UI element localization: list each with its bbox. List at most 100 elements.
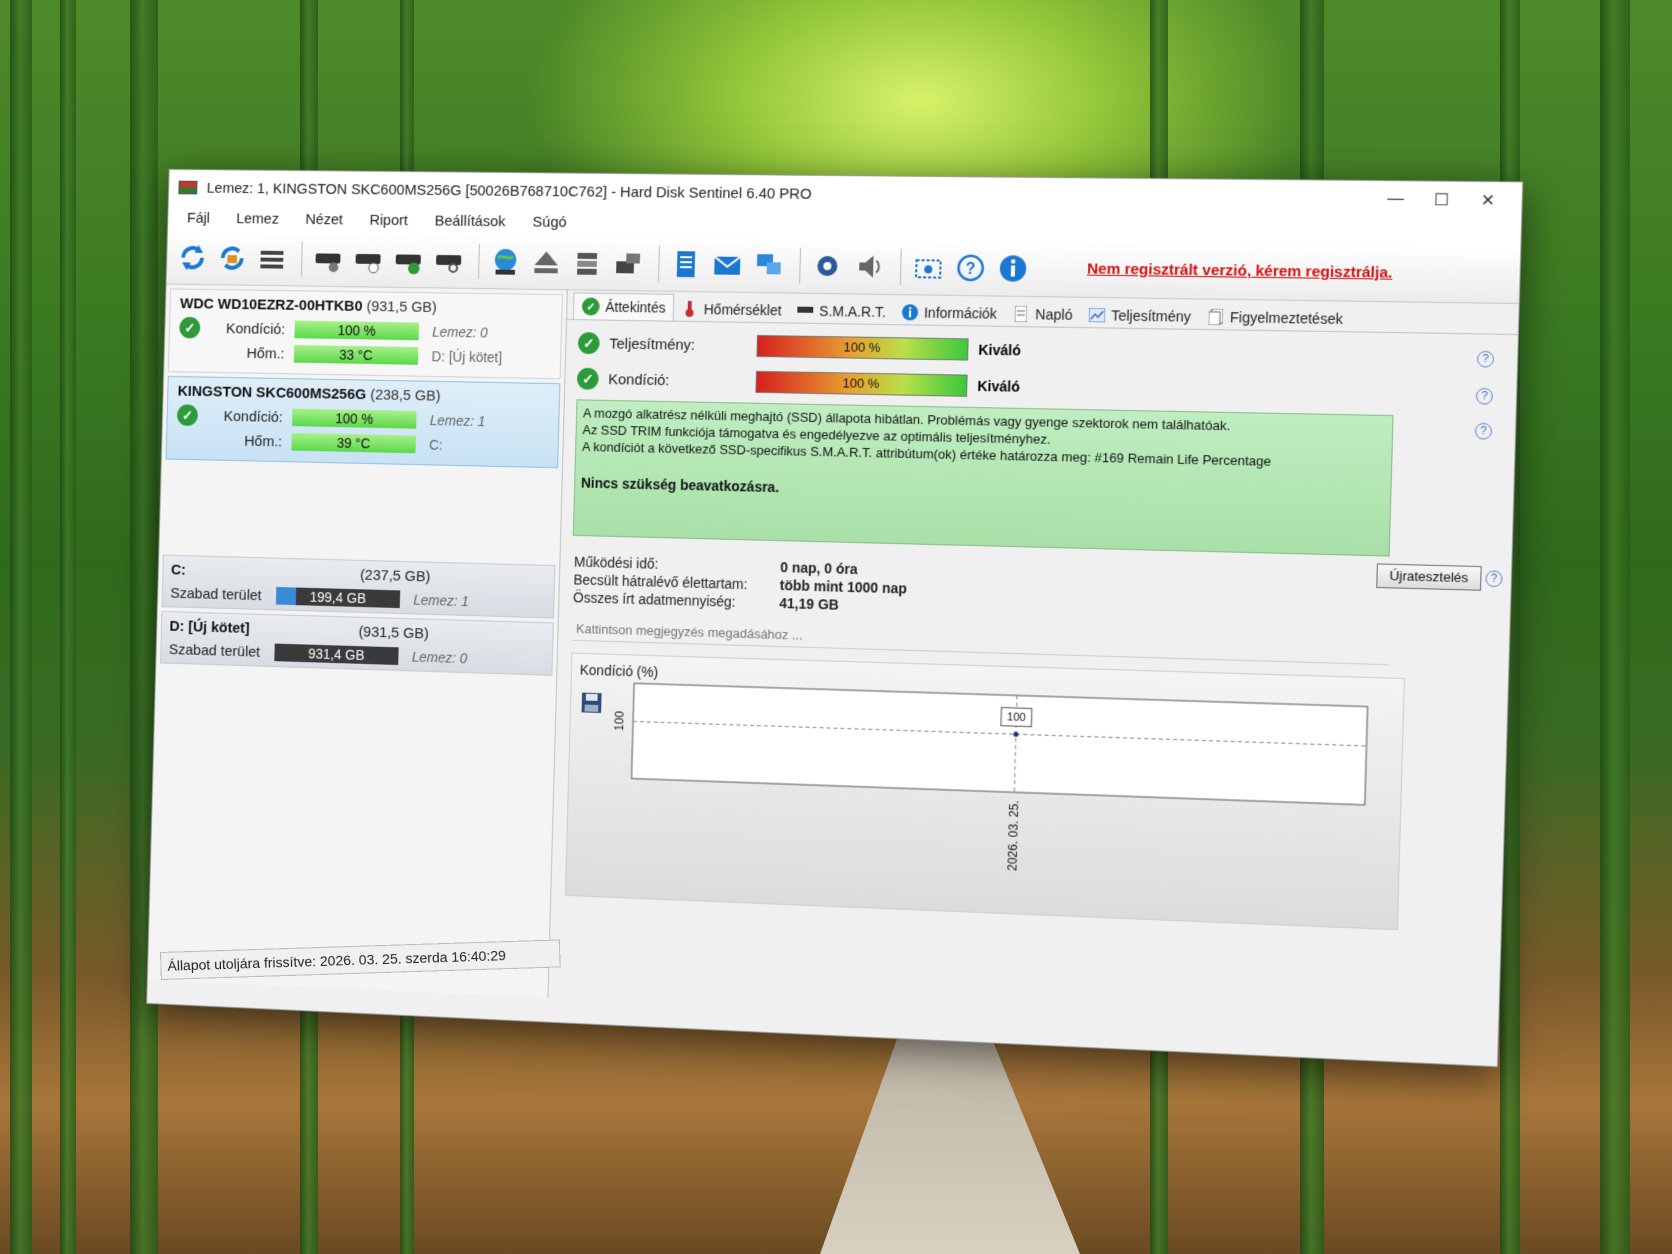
condition-rating: Kiváló	[977, 377, 1021, 395]
condition-label: Kondíció:	[225, 319, 286, 338]
help-icon[interactable]: ?	[1476, 350, 1495, 368]
free-space-fill	[275, 586, 297, 606]
written-label: Összes írt adatmennyiség:	[572, 589, 736, 610]
free-space-bar: 199,4 GB	[275, 586, 401, 609]
globe-disk-icon[interactable]	[487, 242, 525, 280]
condition-label: Kondíció:	[223, 407, 284, 426]
status-description: A mozgó alkatrész nélküli meghajtó (SSD)…	[572, 399, 1394, 557]
close-button[interactable]: ✕	[1464, 190, 1511, 211]
disk-card-kingston[interactable]: KINGSTON SKC600MS256G (238,5 GB) ✓ Kondí…	[165, 375, 561, 469]
eject-icon[interactable]	[527, 243, 565, 281]
registration-link[interactable]: Nem regisztrált verzió, kérem regisztrál…	[1087, 260, 1393, 281]
email-icon[interactable]	[708, 245, 747, 283]
tab-smart[interactable]: S.M.A.R.T.	[789, 299, 894, 325]
disk-search-icon[interactable]	[430, 242, 468, 280]
overview-panel: ✓ Áttekintés Hőmérséklet S.M.A.R.T. Info…	[548, 290, 1519, 1042]
maximize-button[interactable]: ☐	[1418, 190, 1465, 211]
chart-canvas: 100 100 2026. 03. 25.	[613, 654, 1406, 871]
disk-list-icon[interactable]	[253, 239, 290, 277]
toolbar-separator	[300, 240, 303, 277]
volume-card-d[interactable]: D: [Új kötet] (931,5 GB) Szabad terület …	[160, 610, 554, 676]
check-icon: ✓	[576, 367, 599, 390]
thermometer-icon	[682, 301, 698, 318]
check-icon: ✓	[179, 316, 201, 339]
disk-stack-icon[interactable]	[568, 243, 606, 281]
disk-schedule-icon[interactable]	[349, 241, 386, 279]
condition-bar: 100 %	[294, 320, 420, 341]
main-area: WDC WD10EZRZ-00HTKB0 (931,5 GB) ✓ Kondíc…	[147, 284, 1519, 1042]
disk-size: (238,5 GB)	[370, 386, 441, 405]
help-icon[interactable]: ?	[1485, 570, 1503, 588]
disk-card-wdc[interactable]: WDC WD10EZRZ-00HTKB0 (931,5 GB) ✓ Kondíc…	[167, 288, 563, 380]
volume-size: (237,5 GB)	[359, 566, 431, 586]
tab-information[interactable]: Információk	[894, 300, 1006, 326]
chart-x-tick-label: 2026. 03. 25.	[1006, 800, 1021, 871]
disk-ok-icon[interactable]	[390, 241, 427, 279]
help-icon[interactable]: ?	[1474, 422, 1493, 440]
gear-icon[interactable]	[808, 246, 847, 285]
chart-plot-area	[632, 683, 1368, 805]
menu-report[interactable]: Riport	[356, 211, 422, 228]
temp-bar: 39 °C	[291, 432, 416, 454]
menu-disk[interactable]: Lemez	[223, 210, 293, 227]
temp-label: Hőm.:	[246, 344, 285, 362]
disk-name: WDC WD10EZRZ-00HTKB0 (931,5 GB)	[180, 295, 552, 317]
free-space-value: 931,4 GB	[307, 645, 365, 663]
tab-performance[interactable]: Teljesítmény	[1080, 303, 1199, 329]
retest-button[interactable]: Újratesztelés	[1376, 563, 1482, 591]
check-icon: ✓	[176, 404, 199, 427]
disk-test-icon[interactable]	[309, 240, 346, 278]
toolbar-separator	[799, 247, 802, 284]
temp-label: Hőm.:	[244, 432, 283, 450]
check-icon: ✓	[581, 297, 600, 316]
menu-help[interactable]: Súgó	[519, 213, 581, 231]
refresh-all-icon[interactable]	[214, 239, 251, 277]
condition-chart: Kondíció (%) 100 100 2026. 03. 25.	[564, 652, 1406, 931]
written-value: 41,19 GB	[779, 595, 840, 613]
performance-row: ✓ Teljesítmény: 100 % Kiváló	[577, 332, 1022, 361]
tab-overview[interactable]: ✓ Áttekintés	[572, 292, 675, 321]
uptime-value: 0 nap, 0 óra	[780, 559, 858, 578]
free-space-label: Szabad terület	[168, 640, 261, 661]
window-title: Lemez: 1, KINGSTON SKC600MS256G [50026B7…	[206, 179, 812, 203]
toolbar-separator	[657, 245, 660, 282]
performance-label: Teljesítmény:	[609, 335, 696, 354]
disk-volume: C:	[428, 436, 443, 453]
help-icon[interactable]: ?	[951, 248, 990, 287]
tab-label: Hőmérséklet	[703, 301, 782, 319]
volume-size: (931,5 GB)	[358, 623, 430, 643]
minimize-button[interactable]: —	[1372, 190, 1419, 209]
tab-log[interactable]: Napló	[1005, 302, 1081, 327]
help-icon[interactable]: ?	[1475, 387, 1494, 405]
lifetime-value: több mint 1000 nap	[779, 577, 908, 597]
disk-model: KINGSTON SKC600MS256G	[177, 382, 367, 404]
check-icon: ✓	[577, 332, 600, 355]
volume-card-c[interactable]: C: (237,5 GB) Szabad terület 199,4 GB Le…	[161, 554, 556, 619]
disk-volume: D: [Új kötet]	[431, 348, 503, 366]
last-update-text: Állapot utoljára frissítve: 2026. 03. 25…	[167, 947, 507, 974]
tab-label: Figyelmeztetések	[1229, 309, 1344, 328]
disk-model: WDC WD10EZRZ-00HTKB0	[179, 295, 363, 315]
screenshot-icon[interactable]	[909, 248, 948, 287]
menu-view[interactable]: Nézet	[292, 211, 356, 228]
disk-transfer-icon[interactable]	[609, 244, 647, 282]
refresh-icon[interactable]	[174, 238, 211, 275]
volume-disk: Lemez: 1	[413, 591, 470, 610]
network-icon[interactable]	[750, 246, 789, 284]
menu-file[interactable]: Fájl	[174, 209, 224, 226]
condition-row: ✓ Kondíció: 100 % Kiváló	[576, 367, 1021, 398]
performance-rating: Kiváló	[978, 341, 1022, 359]
tab-label: Teljesítmény	[1111, 307, 1192, 325]
report-icon[interactable]	[667, 245, 705, 283]
disk-name: KINGSTON SKC600MS256G (238,5 GB)	[178, 383, 550, 407]
toolbar-separator	[478, 243, 480, 279]
speaker-icon[interactable]	[850, 247, 889, 286]
graph-icon	[1088, 307, 1106, 323]
toolbar-separator	[899, 248, 902, 285]
tab-alerts[interactable]: Figyelmeztetések	[1199, 305, 1352, 332]
tab-temperature[interactable]: Hőmérséklet	[674, 297, 790, 323]
info-icon[interactable]	[993, 249, 1033, 288]
document-icon	[1013, 305, 1030, 323]
svg-text:?: ?	[965, 260, 975, 278]
menu-settings[interactable]: Beállítások	[421, 212, 519, 230]
